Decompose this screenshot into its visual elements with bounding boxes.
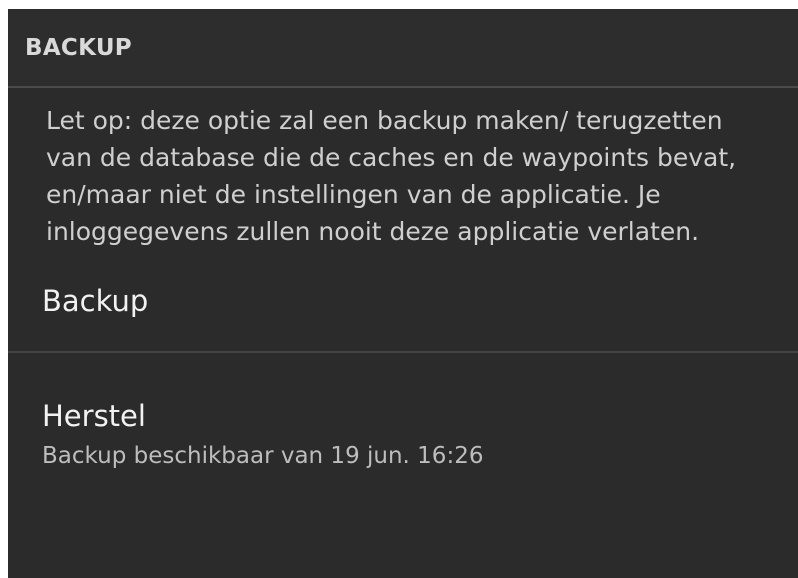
settings-screen: BACKUP Let op: deze optie zal een backup… — [8, 9, 798, 578]
backup-info-text: Let op: deze optie zal een backup maken/… — [46, 106, 737, 246]
restore-preference[interactable]: Herstel Backup beschikbaar van 19 jun. 1… — [8, 353, 798, 469]
backup-preference[interactable]: Backup — [8, 250, 798, 353]
backup-title: Backup — [42, 283, 149, 318]
restore-title: Herstel — [42, 399, 146, 433]
section-title: BACKUP — [25, 34, 132, 61]
backup-section-header: BACKUP — [8, 9, 798, 88]
restore-summary: Backup beschikbaar van 19 jun. 16:26 — [42, 443, 484, 469]
